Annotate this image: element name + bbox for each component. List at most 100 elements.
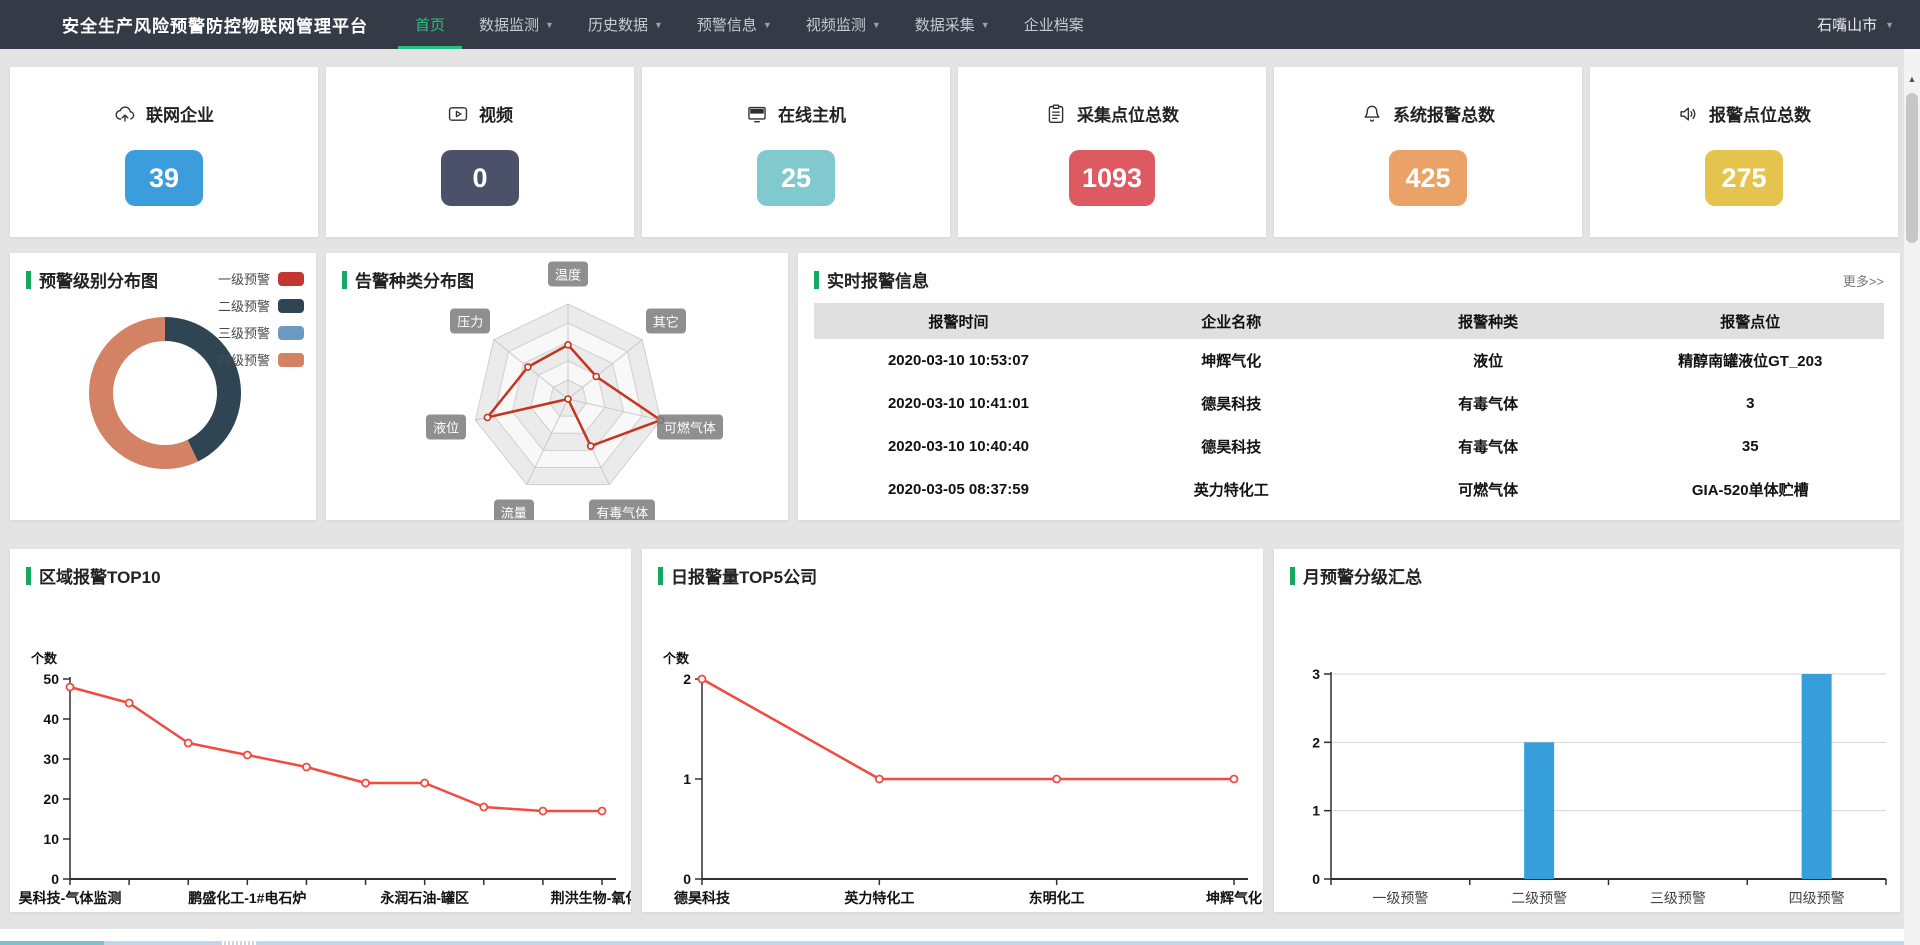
svg-text:三级预警: 三级预警 — [1650, 890, 1706, 906]
svg-text:1: 1 — [683, 771, 691, 787]
nav-item-label: 历史数据 — [588, 14, 648, 35]
column-header: 报警点位 — [1616, 311, 1884, 332]
chevron-down-icon: ▼ — [763, 20, 772, 30]
cloud-upload-icon — [114, 103, 136, 125]
stat-value: 275 — [1705, 150, 1783, 206]
legend-swatch — [278, 272, 304, 286]
pie-legend: 一级预警二级预警三级预警四级预警 — [218, 269, 304, 377]
title-marker — [26, 567, 31, 585]
title-marker — [1290, 567, 1295, 585]
video-icon — [447, 103, 469, 125]
alarm-row[interactable]: 2020-03-10 10:53:07坤辉气化液位精醇南罐液位GT_203 — [814, 339, 1884, 382]
region-selector[interactable]: 石嘴山市 ▼ — [1817, 14, 1894, 35]
svg-text:永润石油-罐区: 永润石油-罐区 — [379, 890, 469, 906]
panel-title: 月预警分级汇总 — [1303, 563, 1422, 588]
vertical-scrollbar[interactable]: ▲ — [1904, 49, 1920, 945]
stat-value: 1093 — [1069, 150, 1155, 206]
svg-text:50: 50 — [43, 671, 59, 687]
legend-item[interactable]: 二级预警 — [218, 296, 304, 315]
scrollbar-thumb[interactable] — [1906, 93, 1918, 243]
chevron-down-icon: ▼ — [1885, 20, 1894, 30]
next-row-chart-edge-accent — [0, 941, 104, 945]
svg-text:30: 30 — [43, 751, 59, 767]
svg-text:个数: 个数 — [30, 651, 58, 666]
nav-item-video-monitoring[interactable]: 视频监测▼ — [789, 0, 898, 49]
alarm-row[interactable]: 2020-03-05 08:37:59英力特化工可燃气体GIA-520单体贮槽 — [814, 468, 1884, 511]
alarm-cell: 2020-03-05 08:37:59 — [814, 481, 1103, 498]
more-link[interactable]: 更多>> — [1843, 271, 1884, 290]
alarm-cell: 德昊科技 — [1103, 436, 1360, 457]
svg-text:二级预警: 二级预警 — [1511, 890, 1567, 906]
panel-realtime-alarms: 实时报警信息 更多>> 报警时间企业名称报警种类报警点位 2020-03-10 … — [798, 253, 1900, 520]
svg-text:德昊科技: 德昊科技 — [674, 890, 731, 906]
nav-item-alert-info[interactable]: 预警信息 ▼ — [680, 0, 789, 49]
panel-title: 告警种类分布图 — [355, 267, 474, 292]
bell-icon — [1361, 103, 1383, 125]
radar-axis-label: 流量 — [494, 499, 534, 520]
legend-swatch — [278, 299, 304, 313]
svg-text:2: 2 — [683, 671, 691, 687]
nav-item-label: 企业档案 — [1024, 14, 1084, 35]
alarm-cell: 2020-03-10 10:41:01 — [814, 395, 1103, 412]
nav-item-history-data[interactable]: 历史数据▼ — [571, 0, 680, 49]
stat-label: 采集点位总数 — [1077, 101, 1179, 126]
radar-axis-label: 温度 — [548, 262, 588, 287]
radar-axis-label: 液位 — [426, 414, 466, 439]
nav-item-label: 数据采集 — [915, 14, 975, 35]
alarm-cell: 英力特化工 — [1103, 479, 1360, 500]
alarm-cell: 有毒气体 — [1360, 393, 1617, 414]
legend-label: 四级预警 — [218, 350, 270, 369]
radar-axis-label: 压力 — [450, 309, 490, 334]
chevron-down-icon: ▼ — [545, 20, 554, 30]
alarm-row[interactable]: 2020-03-10 10:41:01德昊科技有毒气体3 — [814, 382, 1884, 425]
panel-title: 预警级别分布图 — [39, 267, 158, 292]
nav-item-label: 首页 — [415, 14, 445, 35]
alarm-row[interactable]: 2020-03-10 10:40:40德昊科技有毒气体35 — [814, 425, 1884, 468]
nav-item-data-monitoring[interactable]: 数据监测 ▼ — [462, 0, 571, 49]
column-header: 企业名称 — [1103, 311, 1360, 332]
monthly-levels-bar-chart: 0123一级预警二级预警三级预警四级预警 — [1274, 549, 1900, 912]
alarm-cell: 精醇南罐液位GT_203 — [1616, 350, 1884, 371]
svg-text:一级预警: 一级预警 — [1372, 890, 1428, 906]
speaker-icon — [1677, 103, 1699, 125]
stat-value: 0 — [441, 150, 519, 206]
nav-item-label: 预警信息 — [697, 14, 757, 35]
panel-alarm-type-radar: 告警种类分布图 温度其它可燃气体有毒气体流量液位压力 — [326, 253, 788, 520]
alarm-cell: GIA-520单体贮槽 — [1616, 479, 1884, 500]
legend-label: 二级预警 — [218, 296, 270, 315]
stat-card-online-hosts: 在线主机25 — [642, 67, 950, 237]
stat-label: 系统报警总数 — [1393, 101, 1495, 126]
legend-label: 一级预警 — [218, 269, 270, 288]
panel-header: 月预警分级汇总 — [1290, 563, 1422, 588]
clipboard-icon — [1045, 103, 1067, 125]
alarm-cell: 2020-03-10 10:53:07 — [814, 352, 1103, 369]
nav-item-home[interactable]: 首页 — [398, 0, 462, 49]
nav-item-data-collection[interactable]: 数据采集▼ — [898, 0, 1007, 49]
svg-text:四级预警: 四级预警 — [1789, 890, 1845, 906]
legend-item[interactable]: 三级预警 — [218, 323, 304, 342]
stat-card-alarm-points: 报警点位总数275 — [1590, 67, 1898, 237]
panel-title: 区域报警TOP10 — [39, 563, 161, 588]
alarm-cell: 坤辉气化 — [1103, 350, 1360, 371]
monitor-icon — [746, 103, 768, 125]
legend-item[interactable]: 四级预警 — [218, 350, 304, 369]
stat-card-connected-enterprises: 联网企业39 — [10, 67, 318, 237]
column-header: 报警种类 — [1360, 311, 1617, 332]
alarm-type-radar-chart — [326, 253, 788, 520]
svg-text:个数: 个数 — [662, 651, 690, 666]
nav-item-label: 数据监测 — [479, 14, 539, 35]
nav-item-enterprise-archives[interactable]: 企业档案 — [1007, 0, 1101, 49]
panel-monthly-levels: 月预警分级汇总 0123一级预警二级预警三级预警四级预警 — [1274, 549, 1900, 912]
stat-header: 系统报警总数 — [1274, 101, 1582, 126]
stat-label: 联网企业 — [146, 101, 214, 126]
scroll-up-icon[interactable]: ▲ — [1904, 71, 1920, 87]
region-top10-line-chart: 01020304050个数昊科技-气体监测鹏盛化工-1#电石炉永润石油-罐区荆洪… — [10, 549, 631, 912]
legend-swatch — [278, 353, 304, 367]
alarm-cell: 2020-03-10 10:40:40 — [814, 438, 1103, 455]
stat-value: 25 — [757, 150, 835, 206]
stat-header: 视频 — [326, 101, 634, 126]
legend-item[interactable]: 一级预警 — [218, 269, 304, 288]
svg-text:1: 1 — [1312, 803, 1320, 819]
panel-header: 日报警量TOP5公司 — [658, 563, 817, 588]
stat-card-collection-points: 采集点位总数 1093 — [958, 67, 1266, 237]
